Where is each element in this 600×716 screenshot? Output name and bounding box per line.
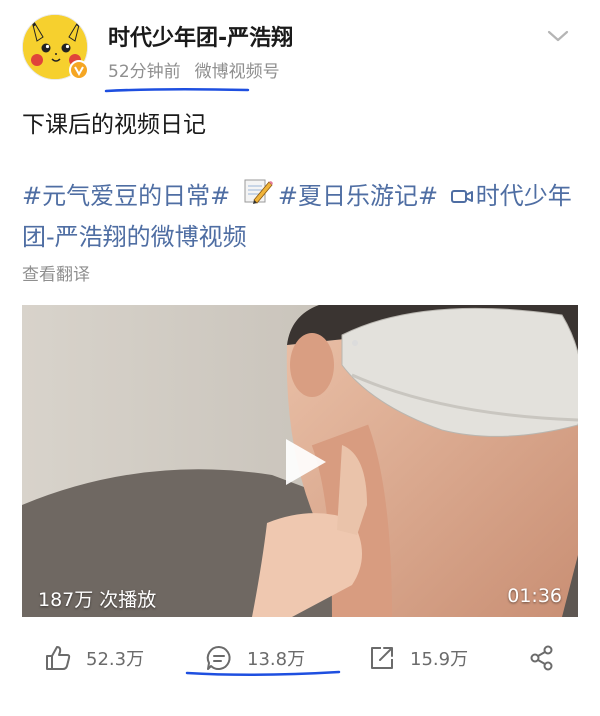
post-header: 时代少年团-严浩翔 52分钟前 微博视频号 — [0, 0, 600, 100]
repost-count: 15.9万 — [410, 649, 469, 670]
like-count: 52.3万 — [86, 649, 145, 670]
memo-pencil-icon — [242, 176, 274, 218]
video-player[interactable]: 187万 次播放 01:36 — [22, 305, 578, 617]
repost-icon — [371, 647, 393, 669]
post-meta: 52分钟前 微博视频号 — [108, 57, 280, 82]
author-name[interactable]: 时代少年团-严浩翔 — [108, 20, 293, 52]
post-text: 下课后的视频日记 — [22, 112, 206, 138]
thumbs-up-icon — [46, 646, 71, 670]
annotation-underline — [104, 87, 250, 93]
like-button[interactable]: 52.3万 — [44, 644, 144, 672]
play-icon[interactable] — [280, 435, 330, 489]
annotation-underline — [185, 670, 341, 677]
video-camera-icon — [450, 178, 474, 217]
share-button[interactable] — [528, 644, 570, 672]
video-duration: 01:36 — [507, 585, 562, 607]
post-source[interactable]: 微博视频号 — [195, 62, 280, 82]
topic-link[interactable]: #元气爱豆的日常# — [22, 182, 230, 210]
topic-link[interactable]: #夏日乐游记# — [278, 182, 438, 210]
translate-link[interactable]: 查看翻译 — [22, 260, 90, 285]
chevron-down-icon[interactable] — [545, 27, 571, 45]
share-icon — [530, 645, 553, 671]
verified-badge-icon — [69, 60, 89, 80]
view-count: 187万 次播放 — [38, 589, 157, 611]
post-time: 52分钟前 — [108, 62, 181, 82]
post-topics: #元气爱豆的日常# #夏日乐游记# 时代少年团-严浩翔的微博视频 — [22, 176, 582, 257]
repost-button[interactable]: 15.9万 — [368, 644, 468, 672]
